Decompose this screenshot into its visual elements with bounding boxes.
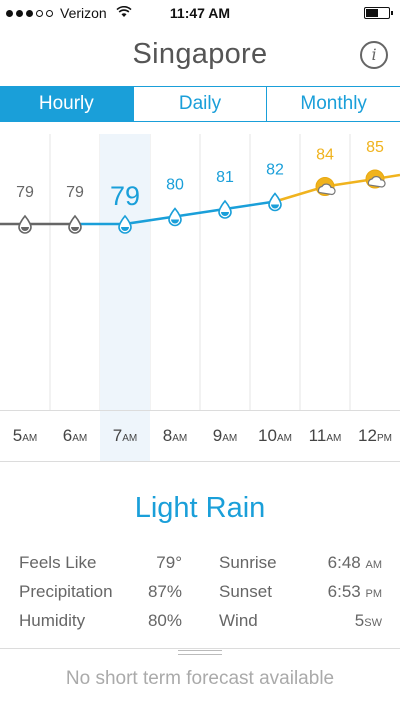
- drag-handle[interactable]: [178, 650, 222, 655]
- sunset-value: 6:53 PM: [327, 582, 382, 601]
- condition-text: Light Rain: [134, 492, 266, 524]
- header: Singapore i: [0, 28, 400, 86]
- battery-icon: [364, 7, 393, 19]
- temperature-label: 80: [166, 177, 184, 194]
- status-time: 11:47 AM: [169, 5, 231, 21]
- humidity-value: 80%: [147, 611, 182, 630]
- details-row: Humidity 80% Wind 5SW: [0, 611, 400, 639]
- details-row: Feels Like 79° Sunrise 6:48 AM: [0, 553, 400, 581]
- temperature-label: 81: [216, 169, 234, 186]
- temperature-label: 79: [110, 181, 140, 211]
- tab-daily[interactable]: Daily: [134, 87, 268, 121]
- hour-labels: 5AM 6AM 7AM 8AM 9AM 10AM 11AM 12PM: [0, 410, 400, 462]
- info-icon[interactable]: i: [360, 41, 388, 69]
- hour-label[interactable]: 8AM: [150, 411, 200, 461]
- precipitation-value: 87%: [147, 582, 182, 601]
- hour-label[interactable]: 11AM: [300, 411, 350, 461]
- sunset-label: Sunset: [219, 582, 272, 601]
- wind-value: 5SW: [354, 611, 382, 630]
- selected-hour-highlight: [100, 134, 150, 410]
- temperature-label: 79: [16, 184, 34, 201]
- hour-label-selected[interactable]: 7AM: [100, 411, 150, 461]
- divider: [0, 648, 400, 649]
- city-title: Singapore: [132, 38, 268, 70]
- hour-label[interactable]: 10AM: [250, 411, 300, 461]
- sunrise-label: Sunrise: [219, 553, 277, 572]
- feels-like-label: Feels Like: [19, 553, 97, 572]
- tab-hourly[interactable]: Hourly: [0, 87, 134, 121]
- humidity-label: Humidity: [19, 611, 86, 630]
- battery-fill: [366, 9, 378, 17]
- temperature-label: 84: [316, 147, 334, 164]
- feels-like-value: 79°: [156, 553, 182, 572]
- temperature-label: 79: [66, 184, 84, 201]
- status-bar: Verizon 11:47 AM: [0, 0, 400, 28]
- short-term-forecast-message: No short term forecast available: [65, 668, 335, 689]
- temperature-label: 82: [266, 162, 284, 179]
- sunrise-value: 6:48 AM: [327, 553, 382, 572]
- precipitation-label: Precipitation: [19, 582, 113, 601]
- details-row: Precipitation 87% Sunset 6:53 PM: [0, 582, 400, 610]
- temperature-label: 85: [366, 139, 384, 156]
- forecast-tabs: Hourly Daily Monthly: [0, 86, 400, 122]
- wind-label: Wind: [219, 611, 258, 630]
- hour-label[interactable]: 6AM: [50, 411, 100, 461]
- hour-label[interactable]: 5AM: [0, 411, 50, 461]
- hour-label[interactable]: 9AM: [200, 411, 250, 461]
- tab-monthly[interactable]: Monthly: [267, 87, 400, 121]
- hour-label[interactable]: 12PM: [350, 411, 400, 461]
